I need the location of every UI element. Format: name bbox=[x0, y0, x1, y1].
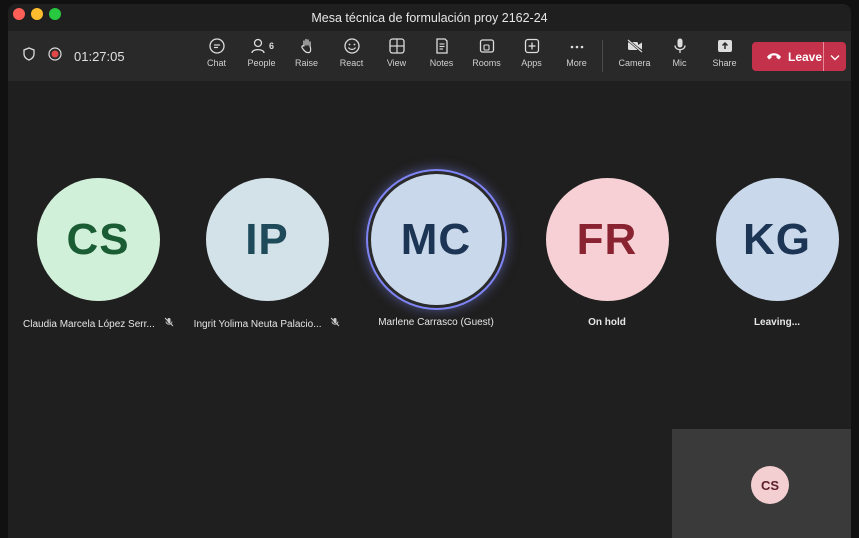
leave-button-group: Leave bbox=[752, 42, 846, 71]
more-icon bbox=[568, 37, 586, 55]
meeting-stage: CS Claudia Marcela López Serr... IP Ingr… bbox=[8, 81, 851, 538]
close-window-button[interactable] bbox=[13, 8, 25, 20]
react-label: React bbox=[339, 58, 364, 68]
participant-name: Claudia Marcela López Serr... bbox=[23, 317, 173, 330]
call-timer: 01:27:05 bbox=[74, 48, 125, 64]
participant-name-text: Marlene Carrasco (Guest) bbox=[378, 317, 494, 328]
mic-off-icon bbox=[330, 317, 340, 330]
chat-icon bbox=[208, 37, 226, 55]
notes-button[interactable]: Notes bbox=[419, 37, 464, 77]
leave-button[interactable]: Leave bbox=[752, 50, 823, 64]
share-label: Share bbox=[712, 58, 737, 68]
apps-icon bbox=[523, 37, 541, 55]
view-icon bbox=[388, 37, 406, 55]
participant-tile[interactable]: IP Ingrit Yolima Neuta Palacio... bbox=[192, 178, 342, 330]
participant-name-text: On hold bbox=[588, 317, 626, 328]
people-button[interactable]: 6 People bbox=[239, 37, 284, 77]
people-count-badge: 6 bbox=[268, 41, 274, 51]
participant-name-text: Leaving... bbox=[753, 317, 801, 328]
mic-icon bbox=[671, 37, 689, 55]
participant-status: Leaving... bbox=[702, 317, 852, 328]
mic-label: Mic bbox=[672, 58, 687, 68]
avatar: MC bbox=[370, 174, 502, 305]
participant-name-text: Claudia Marcela López Serr... bbox=[23, 319, 155, 330]
raise-hand-icon bbox=[298, 37, 316, 55]
recording-icon bbox=[48, 46, 62, 66]
share-button[interactable]: Share bbox=[702, 37, 747, 77]
view-button[interactable]: View bbox=[374, 37, 419, 77]
camera-button[interactable]: Camera bbox=[612, 37, 657, 77]
participant-tile[interactable]: FR On hold bbox=[532, 178, 682, 328]
more-label: More bbox=[566, 58, 587, 68]
leave-label: Leave bbox=[788, 49, 823, 64]
camera-off-icon bbox=[626, 37, 644, 55]
self-view-tile[interactable]: CS bbox=[672, 429, 851, 538]
participant-tile[interactable]: KG Leaving... bbox=[702, 178, 852, 328]
notes-icon bbox=[433, 37, 451, 55]
participant-tile[interactable]: MC Marlene Carrasco (Guest) bbox=[361, 174, 511, 328]
raise-label: Raise bbox=[294, 58, 318, 68]
react-button[interactable]: React bbox=[329, 37, 374, 77]
camera-label: Camera bbox=[618, 58, 651, 68]
participant-status: On hold bbox=[532, 317, 682, 328]
share-icon bbox=[716, 37, 734, 55]
mic-button[interactable]: Mic bbox=[657, 37, 702, 77]
hang-up-icon bbox=[766, 50, 782, 64]
avatar: KG bbox=[715, 178, 839, 301]
people-label: People bbox=[247, 58, 276, 68]
minimize-window-button[interactable] bbox=[31, 8, 43, 20]
rooms-icon bbox=[478, 37, 496, 55]
device-controls: Camera Mic Share bbox=[612, 37, 747, 77]
maximize-window-button[interactable] bbox=[49, 8, 61, 20]
participant-name-text: Ingrit Yolima Neuta Palacio... bbox=[193, 319, 322, 330]
raise-hand-button[interactable]: Raise bbox=[284, 37, 329, 77]
chevron-down-icon bbox=[830, 48, 840, 66]
window-titlebar: Mesa técnica de formulación proy 2162-24 bbox=[8, 4, 851, 31]
apps-label: Apps bbox=[521, 58, 542, 68]
apps-button[interactable]: Apps bbox=[509, 37, 554, 77]
participant-name: Marlene Carrasco (Guest) bbox=[361, 317, 511, 328]
participant-name: Ingrit Yolima Neuta Palacio... bbox=[192, 317, 342, 330]
meeting-toolbar: 01:27:05 Chat 6 People Raise React View bbox=[8, 31, 851, 82]
shield-icon[interactable] bbox=[22, 46, 36, 66]
toolbar-divider bbox=[602, 40, 603, 72]
window-title: Mesa técnica de formulación proy 2162-24 bbox=[311, 10, 548, 25]
participant-tile[interactable]: CS Claudia Marcela López Serr... bbox=[23, 178, 173, 330]
notes-label: Notes bbox=[429, 58, 454, 68]
leave-options-button[interactable] bbox=[824, 48, 846, 66]
rooms-label: Rooms bbox=[472, 58, 501, 68]
chat-button[interactable]: Chat bbox=[194, 37, 239, 77]
chat-label: Chat bbox=[206, 58, 226, 68]
react-icon bbox=[343, 37, 361, 55]
avatar: CS bbox=[36, 178, 160, 301]
meeting-tools: Chat 6 People Raise React View Notes Roo… bbox=[194, 37, 599, 77]
avatar: IP bbox=[205, 178, 329, 301]
more-button[interactable]: More bbox=[554, 37, 599, 77]
self-avatar: CS bbox=[751, 466, 789, 504]
call-status: 01:27:05 bbox=[22, 31, 125, 81]
view-label: View bbox=[386, 58, 407, 68]
window-controls bbox=[13, 8, 61, 20]
avatar: FR bbox=[545, 178, 669, 301]
mic-off-icon bbox=[164, 317, 174, 330]
rooms-button[interactable]: Rooms bbox=[464, 37, 509, 77]
people-icon: 6 bbox=[249, 37, 274, 55]
